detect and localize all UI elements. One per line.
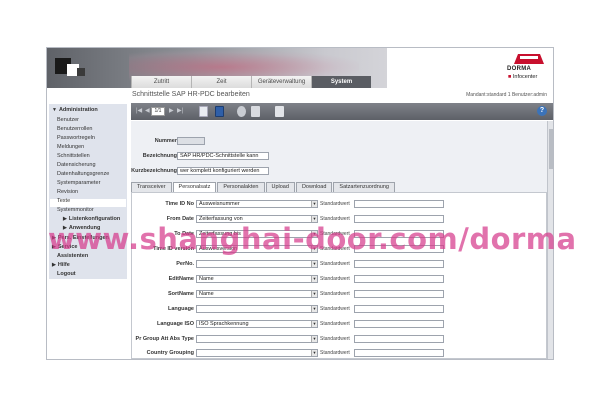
field-select[interactable]: Ausweisnummer ▼: [196, 200, 318, 208]
tab-geraeteverwaltung[interactable]: Geräteverwaltung: [251, 76, 311, 88]
standardwert-label: Standardwert: [320, 306, 350, 312]
standardwert-field[interactable]: [354, 320, 444, 328]
bezeichnung-field[interactable]: SAP HR/PDC-Schnittstelle kann: [177, 152, 269, 160]
chevron-down-icon: ▼: [311, 261, 317, 267]
toolbar: |◀ ◀ 1/1 ▶ ▶| ?: [131, 103, 553, 120]
personalsatz-panel: Time ID No Ausweisnummer ▼ Standardwert F…: [131, 192, 547, 359]
chevron-down-icon: ▼: [311, 350, 317, 356]
standardwert-field[interactable]: [354, 290, 444, 298]
chevron-down-icon: ▼: [311, 306, 317, 312]
standardwert-field[interactable]: [354, 335, 444, 343]
chevron-down-icon: ▼: [311, 276, 317, 282]
field-select[interactable]: ▼: [196, 349, 318, 357]
bezeichnung-label: Bezeichnung: [142, 153, 177, 159]
field-select[interactable]: ▼: [196, 260, 318, 268]
field-label: PerNo.: [176, 261, 194, 267]
standardwert-field[interactable]: [354, 275, 444, 283]
first-page-button[interactable]: |◀: [136, 107, 142, 116]
tab-satzartenzuordnung[interactable]: Satzartenzuordnung: [333, 182, 395, 192]
scrollbar-thumb[interactable]: [549, 129, 553, 169]
field-label: EditName: [168, 276, 194, 282]
product-name: ■ Infocenter: [508, 74, 538, 80]
chevron-down-icon: ▼: [311, 321, 317, 327]
logo-square-small: [77, 68, 85, 76]
standardwert-label: Standardwert: [320, 201, 350, 207]
sidebar-section-hilfe[interactable]: ▶ Hilfe: [52, 262, 70, 268]
standardwert-field[interactable]: [354, 200, 444, 208]
tab-upload[interactable]: Upload: [265, 182, 295, 192]
sidebar-item-passwortregeln[interactable]: Passwortregeln: [57, 135, 95, 141]
standardwert-label: Standardwert: [320, 350, 350, 356]
help-icon[interactable]: ?: [537, 106, 547, 116]
watermark-text: www.shanghai-door.com/dorma: [48, 222, 577, 256]
field-select[interactable]: ▼: [196, 335, 318, 343]
page-number-field[interactable]: 1/1: [151, 107, 165, 116]
field-label: Language ISO: [157, 321, 194, 327]
page-header: Schnittstelle SAP HR-PDC bearbeiten Mand…: [131, 89, 553, 102]
sidebar-item-systemmonitor[interactable]: Systemmonitor: [57, 207, 94, 213]
app-header: DORMA ■ Infocenter Zutritt Zeit Geräteve…: [47, 48, 553, 88]
standardwert-field[interactable]: [354, 305, 444, 313]
tab-transceiver[interactable]: Transceiver: [131, 182, 172, 192]
tab-personalakten[interactable]: Personalakten: [217, 182, 265, 192]
tab-system[interactable]: System: [311, 76, 371, 88]
save-icon[interactable]: [215, 106, 224, 117]
sidebar-item-datenhaltungsgrenze[interactable]: Datenhaltungsgrenze: [57, 171, 109, 177]
chevron-down-icon: ▼: [311, 336, 317, 342]
kurzbezeichnung-label: Kurzbezeichnung: [131, 168, 177, 174]
chevron-down-icon: ▼: [311, 201, 317, 207]
field-select[interactable]: Name ▼: [196, 290, 318, 298]
standardwert-label: Standardwert: [320, 276, 350, 282]
refresh-icon[interactable]: [237, 106, 246, 117]
sidebar-item-texte[interactable]: Texte: [57, 198, 70, 204]
tab-zutritt[interactable]: Zutritt: [131, 76, 191, 88]
standardwert-label: Standardwert: [320, 261, 350, 267]
standardwert-field[interactable]: [354, 349, 444, 357]
nummer-label: Nummer: [154, 138, 177, 144]
app-window: DORMA ■ Infocenter Zutritt Zeit Geräteve…: [46, 47, 554, 360]
sidebar-item-systemparameter[interactable]: Systemparameter: [57, 180, 100, 186]
brand-name: DORMA: [507, 66, 532, 72]
kurzbezeichnung-field[interactable]: wer komplett konfiguriert werden: [177, 167, 269, 175]
user-info: Mandant:standard 1 Benutzer:admin: [466, 92, 547, 98]
field-label: Time ID No: [165, 201, 194, 207]
main-tabs: Zutritt Zeit Geräteverwaltung System: [131, 76, 371, 88]
page-title: Schnittstelle SAP HR-PDC bearbeiten: [132, 91, 250, 98]
standardwert-label: Standardwert: [320, 321, 350, 327]
last-page-button[interactable]: ▶|: [177, 107, 183, 116]
field-select[interactable]: ▼: [196, 305, 318, 313]
sidebar-item-schnittstellen[interactable]: Schnittstellen: [57, 153, 90, 159]
sub-tabs: Transceiver Personalsatz Personalakten U…: [131, 182, 396, 192]
field-label: Country Grouping: [146, 350, 194, 356]
tab-download[interactable]: Download: [295, 182, 333, 192]
delete-icon[interactable]: [251, 106, 260, 117]
nummer-field[interactable]: [177, 137, 205, 145]
standardwert-field[interactable]: [354, 260, 444, 268]
chevron-down-icon: ▼: [311, 291, 317, 297]
standardwert-label: Standardwert: [320, 291, 350, 297]
sidebar-section-logout[interactable]: Logout: [57, 271, 76, 277]
prev-page-button[interactable]: ◀: [145, 107, 150, 116]
sidebar-item-benutzer[interactable]: Benutzer: [57, 117, 79, 123]
sidebar-item-benutzerrollen[interactable]: Benutzerrollen: [57, 126, 92, 132]
field-select[interactable]: ISO Sprachkennung ▼: [196, 320, 318, 328]
sidebar-item-revision[interactable]: Revision: [57, 189, 78, 195]
dorma-logo-icon: [514, 54, 544, 64]
field-label: SortName: [168, 291, 194, 297]
standardwert-label: Standardwert: [320, 336, 350, 342]
field-label: Language: [168, 306, 194, 312]
field-label: Pr Group Att Abs Type: [135, 336, 194, 342]
export-icon[interactable]: [275, 106, 284, 117]
next-page-button[interactable]: ▶: [169, 107, 174, 116]
sidebar-section-administration[interactable]: ▼ Administration: [52, 107, 98, 113]
sidebar-item-meldungen[interactable]: Meldungen: [57, 144, 84, 150]
sidebar-item-datensicherung[interactable]: Datensicherung: [57, 162, 96, 168]
tab-personalsatz[interactable]: Personalsatz: [172, 182, 217, 192]
field-select[interactable]: Name ▼: [196, 275, 318, 283]
tab-zeit[interactable]: Zeit: [191, 76, 251, 88]
new-document-icon[interactable]: [199, 106, 208, 117]
